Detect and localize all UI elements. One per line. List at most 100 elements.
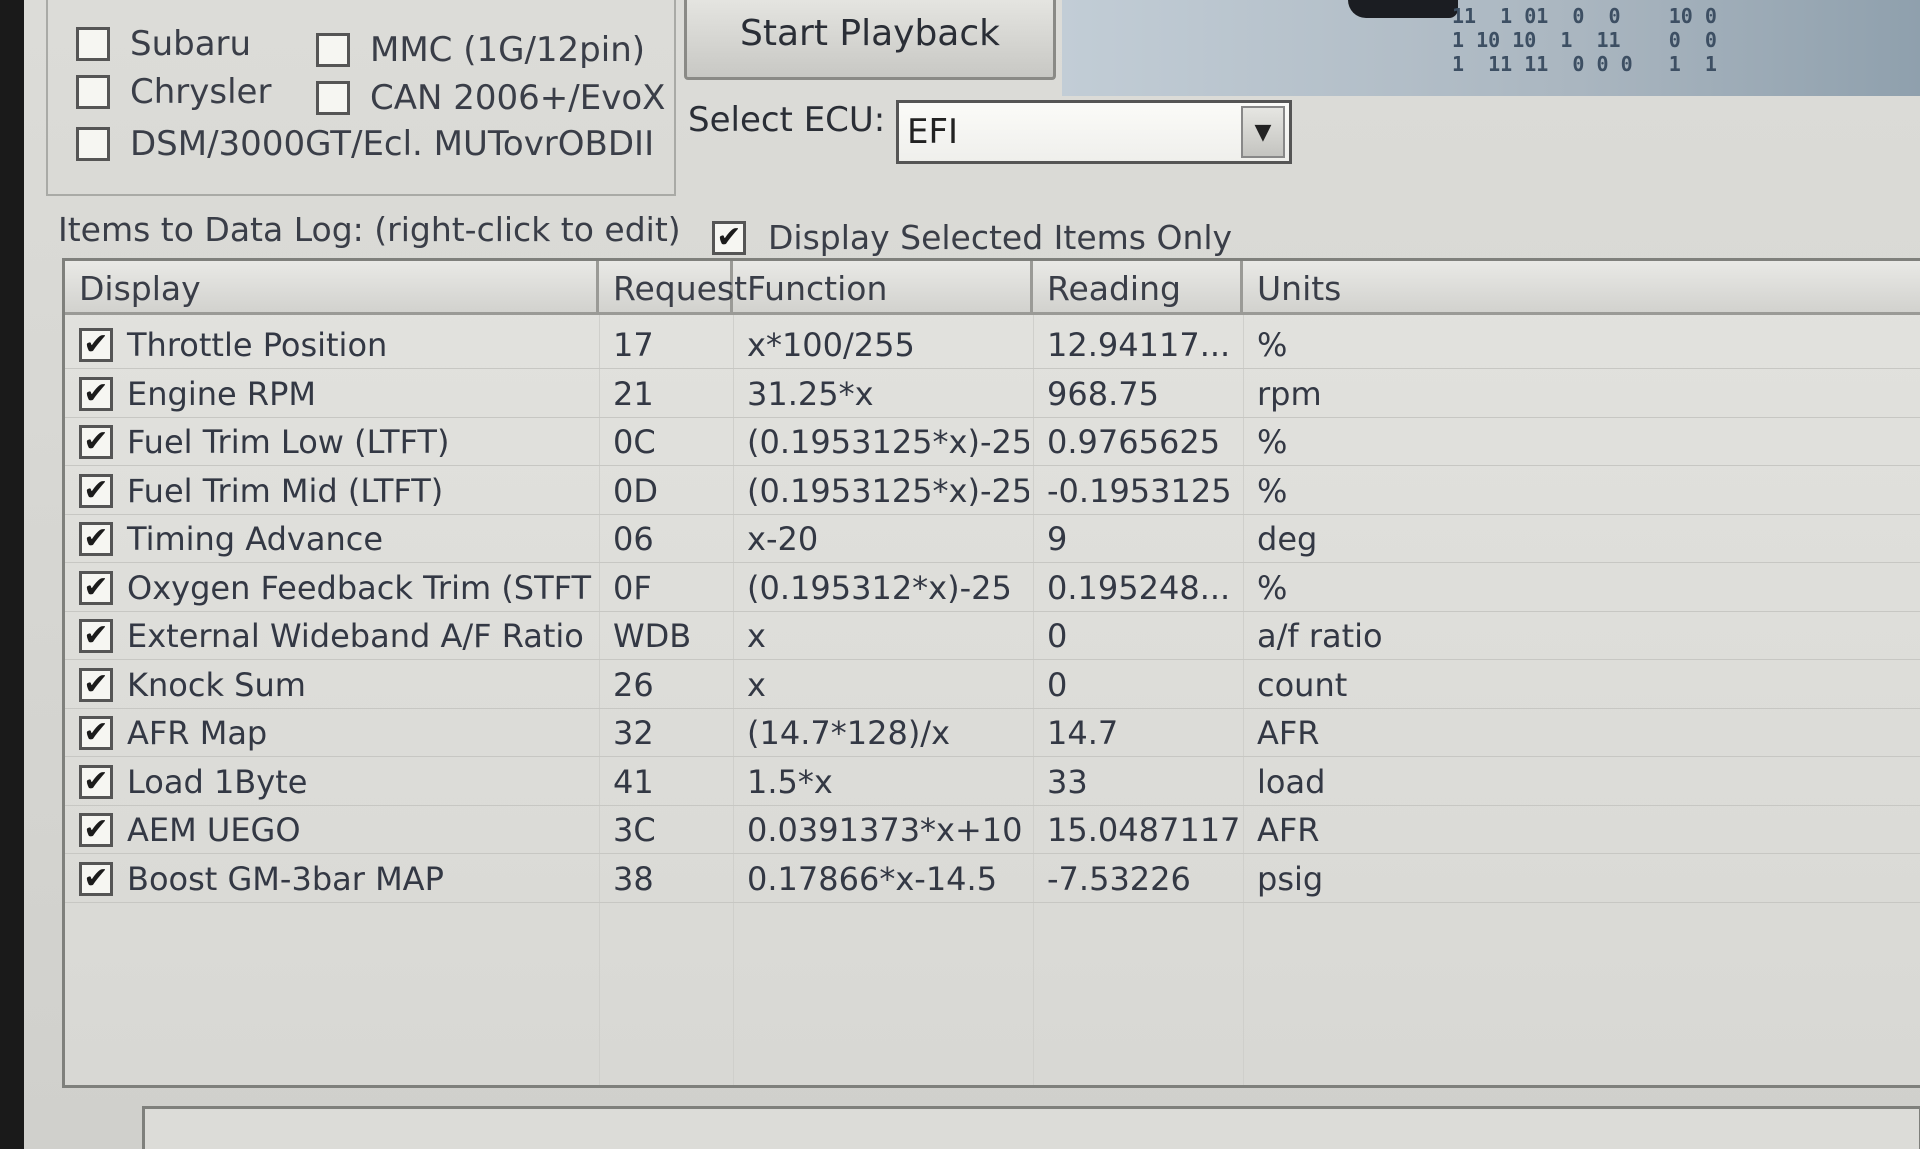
cell-display: Knock Sum: [79, 661, 593, 709]
cell-function: x*100/255: [747, 326, 915, 364]
protocol-label: Subaru: [130, 24, 252, 64]
row-checkbox[interactable]: [79, 764, 113, 799]
protocol-dsm[interactable]: DSM/3000GT/Ecl. MUTovrOBDII: [76, 124, 654, 164]
status-strip: [142, 1106, 1920, 1149]
row-checkbox[interactable]: [79, 570, 113, 605]
row-checkbox[interactable]: [79, 667, 113, 702]
cell-reading: 0: [1047, 617, 1068, 655]
row-display-label: Fuel Trim Mid (LTFT): [127, 471, 444, 510]
row-checkbox[interactable]: [79, 813, 113, 847]
column-header-reading[interactable]: Reading: [1033, 261, 1243, 315]
table-row[interactable]: Load 1Byte 41 1.5*x 33 load: [65, 758, 1920, 806]
row-display-label: Throttle Position: [127, 326, 388, 364]
cell-request: 0F: [613, 568, 652, 607]
table-row[interactable]: Throttle Position 17 x*100/255 12.94117...%: [65, 321, 1920, 369]
cell-reading: 968.75: [1047, 374, 1159, 413]
table-row[interactable]: Timing Advance 06 x-20 9 deg: [65, 515, 1920, 563]
cell-request: 26: [613, 665, 654, 704]
row-display-label: Load 1Byte: [127, 762, 308, 801]
cell-units: AFR: [1257, 714, 1320, 752]
row-checkbox[interactable]: [79, 473, 113, 508]
column-header-units[interactable]: Units: [1243, 261, 1543, 315]
cell-units: psig: [1257, 859, 1324, 898]
table-row[interactable]: AEM UEGO 3C 0.0391373*x+10 15.0487117 AFR: [65, 806, 1920, 854]
checkbox[interactable]: [76, 27, 110, 61]
row-checkbox[interactable]: [79, 716, 113, 750]
display-selected-only-toggle[interactable]: Display Selected Items Only: [712, 218, 1232, 257]
cell-units: load: [1257, 762, 1326, 801]
protocol-subaru[interactable]: Subaru: [76, 24, 251, 64]
protocol-group: Subaru Chrysler DSM/3000GT/Ecl. MUTovrOB…: [46, 0, 676, 196]
cell-request: 41: [613, 762, 654, 801]
column-header-display[interactable]: Display: [65, 261, 599, 315]
row-display-label: External Wideband A/F Ratio: [127, 617, 584, 655]
cell-reading: 14.7: [1047, 714, 1119, 752]
checkbox[interactable]: [316, 33, 350, 67]
cell-reading: 33: [1047, 762, 1088, 801]
evoscan-window: Subaru Chrysler DSM/3000GT/Ecl. MUTovrOB…: [24, 0, 1920, 1149]
data-log-table: Display Request Function Reading Units T…: [62, 258, 1920, 1088]
cell-function: 0.17866*x-14.5: [747, 859, 998, 898]
cell-display: Load 1Byte: [79, 758, 593, 806]
chevron-down-icon[interactable]: ▼: [1241, 106, 1285, 158]
checkbox[interactable]: [712, 220, 746, 255]
cell-reading: -0.1953125: [1047, 471, 1232, 510]
protocol-chrysler[interactable]: Chrysler: [76, 72, 271, 112]
cell-function: x-20: [747, 520, 819, 558]
protocol-mmc[interactable]: MMC (1G/12pin): [316, 30, 645, 70]
checkbox[interactable]: [76, 75, 110, 109]
cell-units: a/f ratio: [1257, 617, 1383, 655]
table-row[interactable]: External Wideband A/F Ratio WDB x 0 a/f rati…: [65, 612, 1920, 660]
row-display-label: Knock Sum: [127, 665, 306, 704]
cell-reading: 12.94117...: [1047, 326, 1231, 364]
column-header-request[interactable]: Request: [599, 261, 747, 315]
cell-request: WDB: [613, 617, 692, 655]
table-row[interactable]: Fuel Trim Low (LTFT) 0C (0.1953125*x)-25 0.…: [65, 418, 1920, 466]
column-header-function[interactable]: Function: [733, 261, 1033, 315]
cell-display: Throttle Position: [79, 321, 593, 369]
table-row[interactable]: Oxygen Feedback Trim (STFT) 0F (0.195312*x…: [65, 564, 1920, 612]
row-checkbox[interactable]: [79, 425, 113, 459]
cell-display: Fuel Trim Low (LTFT): [79, 418, 593, 466]
row-display-label: Fuel Trim Low (LTFT): [127, 423, 450, 461]
table-row[interactable]: AFR Map 32 (14.7*128)/x 14.7 AFR: [65, 709, 1920, 757]
cell-reading: -7.53226: [1047, 859, 1191, 898]
cell-units: %: [1257, 326, 1288, 364]
cell-request: 21: [613, 374, 654, 413]
table-row[interactable]: Engine RPM 21 31.25*x 968.75 rpm: [65, 370, 1920, 418]
protocol-label: DSM/3000GT/Ecl. MUTovrOBDII: [130, 124, 655, 164]
cell-request: 38: [613, 859, 654, 898]
cell-reading: 0.9765625: [1047, 423, 1221, 461]
table-row[interactable]: Knock Sum 26 x 0 count: [65, 661, 1920, 709]
row-checkbox[interactable]: [79, 522, 113, 556]
cell-function: 1.5*x: [747, 762, 833, 801]
cell-units: %: [1257, 568, 1288, 607]
protocol-can[interactable]: CAN 2006+/EvoX: [316, 78, 665, 118]
checkbox[interactable]: [76, 127, 110, 161]
select-ecu-label: Select ECU:: [688, 100, 886, 140]
row-checkbox[interactable]: [79, 376, 113, 411]
ecu-select-value: EFI: [907, 112, 959, 152]
table-row[interactable]: Fuel Trim Mid (LTFT) 0D (0.1953125*x)-25 -0…: [65, 467, 1920, 515]
cell-units: count: [1257, 665, 1348, 704]
table-row[interactable]: Boost GM-3bar MAP 38 0.17866*x-14.5 -7.5322…: [65, 855, 1920, 903]
cell-display: Oxygen Feedback Trim (STFT): [79, 564, 593, 612]
cell-function: (0.195312*x)-25: [747, 568, 1012, 607]
start-playback-button[interactable]: Start Playback: [684, 0, 1056, 80]
checkbox[interactable]: [316, 81, 350, 115]
ecu-select[interactable]: EFI ▼: [896, 100, 1292, 164]
protocol-label: CAN 2006+/EvoX: [370, 78, 666, 118]
row-checkbox[interactable]: [79, 619, 113, 653]
cell-function: 0.0391373*x+10: [747, 811, 1023, 849]
cell-function: (0.1953125*x)-25: [747, 471, 1029, 510]
cell-reading: 0: [1047, 665, 1068, 704]
cell-request: 17: [613, 326, 654, 364]
cell-display: External Wideband A/F Ratio: [79, 612, 593, 660]
row-display-label: AFR Map: [127, 714, 268, 752]
row-checkbox[interactable]: [79, 328, 113, 362]
cell-display: Engine RPM: [79, 370, 593, 418]
cell-display: Fuel Trim Mid (LTFT): [79, 467, 593, 515]
row-display-label: Timing Advance: [127, 520, 384, 558]
row-checkbox[interactable]: [79, 861, 113, 896]
cell-display: AFR Map: [79, 709, 593, 757]
